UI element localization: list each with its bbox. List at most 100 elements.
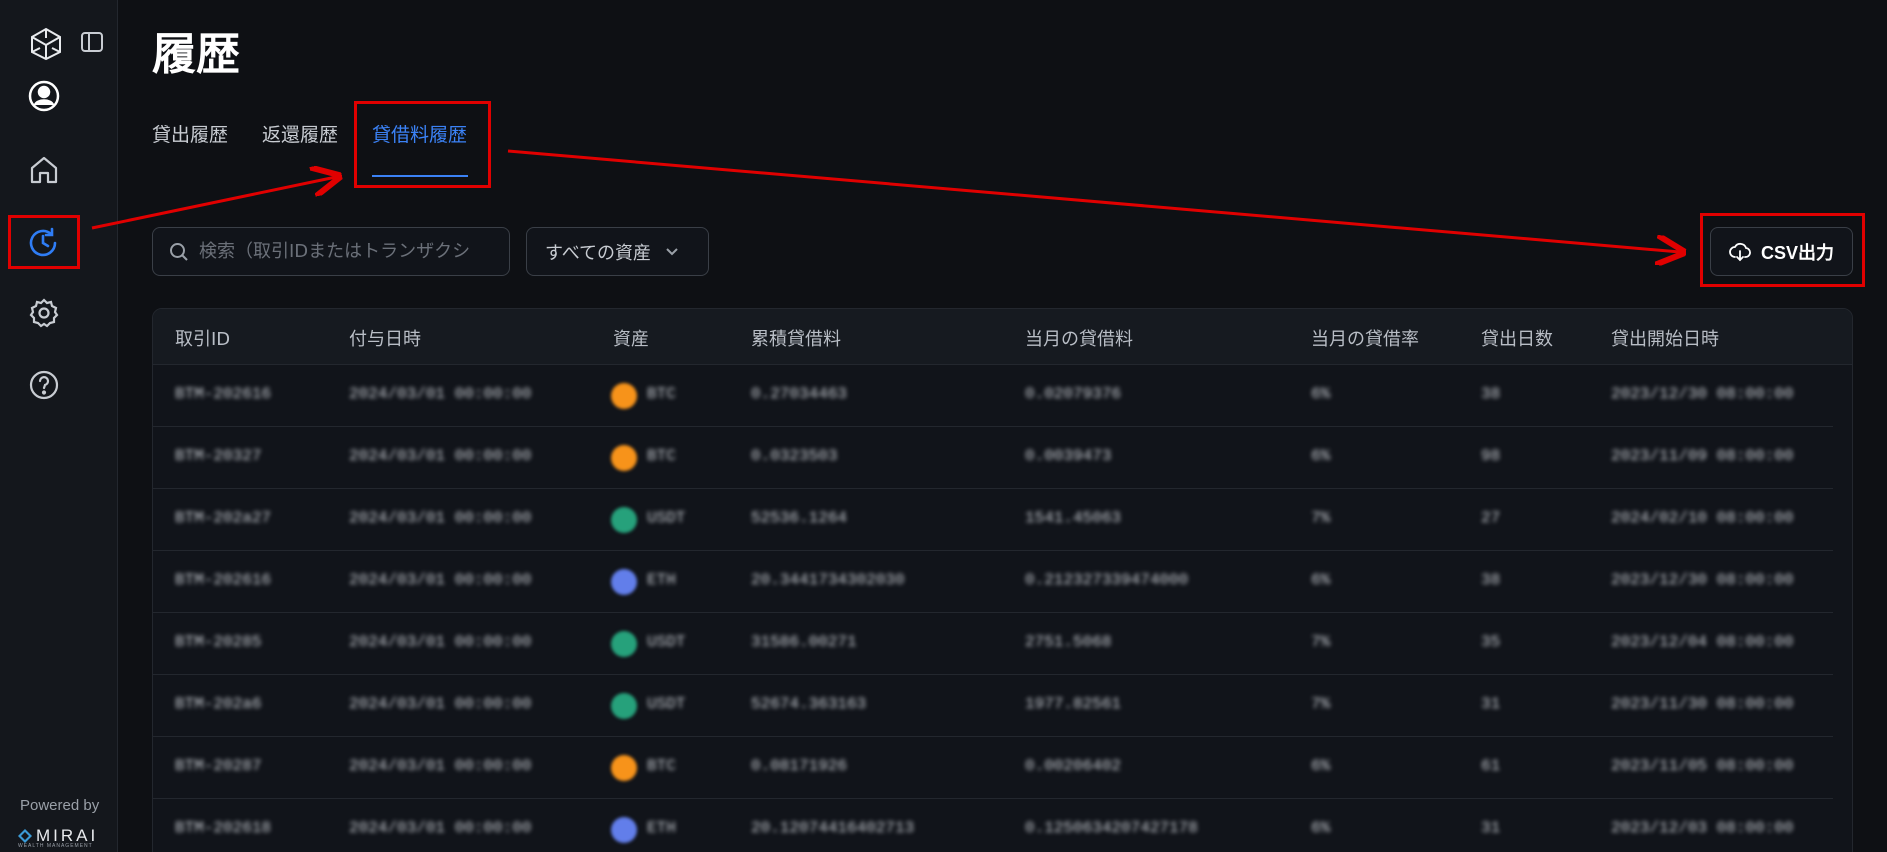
powered-by-label: Powered by: [20, 797, 100, 814]
cell-lending-start: 2023/11/30 08:00:00: [1611, 695, 1794, 713]
cell-monthly-rate: 6%: [1311, 819, 1331, 837]
cell-asset: USDT: [647, 633, 686, 651]
annotation-box-history-nav: [8, 215, 80, 269]
brand-subtitle: WEALTH MANAGEMENT: [18, 843, 93, 849]
column-header-lending-days[interactable]: 貸出日数: [1481, 325, 1553, 351]
cell-lending-start: 2023/12/30 08:00:00: [1611, 385, 1794, 403]
cell-lending-start: 2023/12/30 08:00:00: [1611, 571, 1794, 589]
table-row[interactable]: BTM-202616 2024/03/01 00:00:00 BTC 0.270344…: [153, 365, 1833, 427]
cell-cumulative-fee: 0.27034463: [751, 385, 848, 403]
cell-transaction-id: BTM-202616: [175, 571, 272, 589]
table-row[interactable]: BTM-20327 2024/03/01 00:00:00 BTC 0.0323503…: [153, 427, 1833, 489]
cell-transaction-id: BTM-202a6: [175, 695, 262, 713]
cell-grant-date: 2024/03/01 00:00:00: [349, 571, 532, 589]
chevron-down-icon: [666, 247, 678, 255]
app-logo-icon[interactable]: [26, 24, 66, 64]
coin-icon: [611, 817, 637, 843]
cell-monthly-rate: 7%: [1311, 695, 1331, 713]
cell-grant-date: 2024/03/01 00:00:00: [349, 509, 532, 527]
table-header: 取引ID 付与日時 資産 累積貸借料 当月の貸借料 当月の貸借率 貸出日数 貸出…: [153, 309, 1852, 365]
cell-lending-days: 31: [1481, 819, 1501, 837]
cell-transaction-id: BTM-20285: [175, 633, 262, 651]
cell-monthly-rate: 7%: [1311, 633, 1331, 651]
annotation-arrow-1: [91, 177, 336, 230]
cell-transaction-id: BTM-202616: [175, 385, 272, 403]
column-header-asset[interactable]: 資産: [613, 325, 649, 351]
cell-monthly-fee: 0.0039473: [1025, 447, 1112, 465]
table-row[interactable]: BTM-202a6 2024/03/01 00:00:00 USDT 52674.36…: [153, 675, 1833, 737]
tab-return-history[interactable]: 返還履歴: [262, 120, 338, 147]
search-box[interactable]: [152, 227, 510, 276]
cell-cumulative-fee: 20.12074416402713: [751, 819, 915, 837]
cell-lending-start: 2023/12/03 08:00:00: [1611, 819, 1794, 837]
mirai-logo-icon: [18, 829, 32, 843]
cell-monthly-rate: 6%: [1311, 447, 1331, 465]
column-header-transaction-id[interactable]: 取引ID: [175, 325, 230, 351]
cell-grant-date: 2024/03/01 00:00:00: [349, 757, 532, 775]
cell-grant-date: 2024/03/01 00:00:00: [349, 633, 532, 651]
cell-cumulative-fee: 31586.00271: [751, 633, 857, 651]
coin-icon: [611, 569, 637, 595]
cell-asset: BTC: [647, 447, 676, 465]
sidebar-toggle-icon[interactable]: [78, 28, 106, 56]
cell-monthly-fee: 0.212327339474000: [1025, 571, 1189, 589]
cell-monthly-fee: 1541.45063: [1025, 509, 1122, 527]
user-account-icon[interactable]: [24, 76, 64, 116]
cell-transaction-id: BTM-20327: [175, 447, 262, 465]
cell-transaction-id: BTM-20287: [175, 757, 262, 775]
help-icon[interactable]: [24, 365, 64, 405]
cell-grant-date: 2024/03/01 00:00:00: [349, 447, 532, 465]
coin-icon: [611, 693, 637, 719]
coin-icon: [611, 507, 637, 533]
tab-lending-history[interactable]: 貸出履歴: [152, 120, 228, 147]
column-header-lending-start[interactable]: 貸出開始日時: [1611, 325, 1719, 351]
cell-asset: ETH: [647, 571, 676, 589]
settings-icon[interactable]: [24, 293, 64, 333]
table-row[interactable]: BTM-202a27 2024/03/01 00:00:00 USDT 52536.1…: [153, 489, 1833, 551]
asset-filter-value: すべての資産: [545, 242, 652, 264]
cell-lending-days: 38: [1481, 571, 1501, 589]
cell-lending-days: 61: [1481, 757, 1501, 775]
cell-monthly-fee: 0.02079376: [1025, 385, 1122, 403]
cell-lending-start: 2023/11/05 08:00:00: [1611, 757, 1794, 775]
cell-monthly-rate: 7%: [1311, 509, 1331, 527]
cell-monthly-rate: 6%: [1311, 571, 1331, 589]
coin-icon: [611, 631, 637, 657]
cell-grant-date: 2024/03/01 00:00:00: [349, 819, 532, 837]
table-row[interactable]: BTM-202618 2024/03/01 00:00:00 ETH 20.12074…: [153, 799, 1833, 852]
asset-filter-dropdown[interactable]: すべての資産: [526, 227, 709, 276]
cell-transaction-id: BTM-202618: [175, 819, 272, 837]
fee-history-table: 取引ID 付与日時 資産 累積貸借料 当月の貸借料 当月の貸借率 貸出日数 貸出…: [152, 308, 1853, 852]
table-row[interactable]: BTM-20287 2024/03/01 00:00:00 BTC 0.0817192…: [153, 737, 1833, 799]
cell-lending-start: 2023/12/04 08:00:00: [1611, 633, 1794, 651]
annotation-box-fee-tab: [354, 101, 491, 188]
cell-lending-days: 27: [1481, 509, 1501, 527]
cell-monthly-fee: 0.00206402: [1025, 757, 1122, 775]
table-row[interactable]: BTM-202616 2024/03/01 00:00:00 ETH 20.34417…: [153, 551, 1833, 613]
cell-monthly-fee: 1977.82561: [1025, 695, 1122, 713]
cell-cumulative-fee: 52674.363163: [751, 695, 867, 713]
table-row[interactable]: BTM-20285 2024/03/01 00:00:00 USDT 31586.00…: [153, 613, 1833, 675]
home-icon[interactable]: [24, 150, 64, 190]
cell-monthly-rate: 6%: [1311, 385, 1331, 403]
cell-lending-days: 35: [1481, 633, 1501, 651]
column-header-monthly-rate[interactable]: 当月の貸借率: [1311, 325, 1419, 351]
column-header-monthly-fee[interactable]: 当月の貸借料: [1025, 325, 1133, 351]
search-input[interactable]: [199, 241, 489, 262]
cell-asset: BTC: [647, 757, 676, 775]
sidebar: Powered by MIRAI WEALTH MANAGEMENT: [0, 0, 118, 852]
cell-asset: BTC: [647, 385, 676, 403]
search-icon: [170, 242, 188, 261]
cell-cumulative-fee: 20.3441734302030: [751, 571, 905, 589]
cell-monthly-fee: 0.1250634207427178: [1025, 819, 1198, 837]
coin-icon: [611, 445, 637, 471]
column-header-cumulative-fee[interactable]: 累積貸借料: [751, 325, 841, 351]
coin-icon: [611, 383, 637, 409]
cell-lending-days: 98: [1481, 447, 1501, 465]
cell-grant-date: 2024/03/01 00:00:00: [349, 695, 532, 713]
cell-cumulative-fee: 52536.1264: [751, 509, 848, 527]
cell-monthly-fee: 2751.5068: [1025, 633, 1112, 651]
column-header-grant-date[interactable]: 付与日時: [349, 325, 421, 351]
cell-cumulative-fee: 0.0323503: [751, 447, 838, 465]
coin-icon: [611, 755, 637, 781]
